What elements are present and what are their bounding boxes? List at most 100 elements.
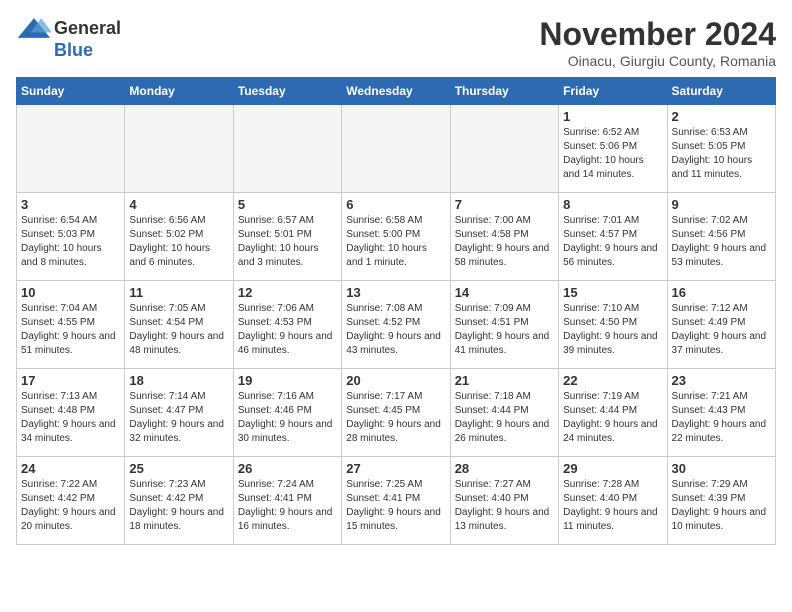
day-cell: 16 Sunrise: 7:12 AM Sunset: 4:49 PM Dayli… xyxy=(667,281,775,369)
day-cell: 10 Sunrise: 7:04 AM Sunset: 4:55 PM Dayli… xyxy=(17,281,125,369)
day-info: Sunrise: 7:00 AM Sunset: 4:58 PM Dayligh… xyxy=(455,214,554,270)
day-number: 2 xyxy=(672,109,771,124)
day-cell: 1 Sunrise: 6:52 AM Sunset: 5:06 PM Daylig… xyxy=(559,105,667,193)
day-cell: 17Sunrise: 7:13 AM Sunset: 4:48 PM Dayli… xyxy=(17,369,125,457)
day-info: Sunrise: 6:52 AM Sunset: 5:06 PM Dayligh… xyxy=(563,126,662,182)
calendar-table: SundayMondayTuesdayWednesdayThursdayFrid… xyxy=(16,77,776,545)
day-cell xyxy=(17,105,125,193)
day-cell xyxy=(450,105,558,193)
weekday-header-monday: Monday xyxy=(125,78,233,105)
day-info: Sunrise: 7:17 AM Sunset: 4:45 PM Dayligh… xyxy=(346,390,445,446)
day-cell xyxy=(125,105,233,193)
day-info: Sunrise: 7:16 AM Sunset: 4:46 PM Dayligh… xyxy=(238,390,337,446)
day-cell xyxy=(342,105,450,193)
day-number: 17 xyxy=(21,373,120,388)
day-number: 25 xyxy=(129,461,228,476)
day-number: 29 xyxy=(563,461,662,476)
day-info: Sunrise: 7:10 AM Sunset: 4:50 PM Dayligh… xyxy=(563,302,662,358)
day-cell: 18 Sunrise: 7:14 AM Sunset: 4:47 PM Dayli… xyxy=(125,369,233,457)
week-row-3: 10 Sunrise: 7:04 AM Sunset: 4:55 PM Dayli… xyxy=(17,281,776,369)
day-number: 3 xyxy=(21,197,120,212)
day-cell: 3 Sunrise: 6:54 AM Sunset: 5:03 PM Daylig… xyxy=(17,193,125,281)
day-cell xyxy=(233,105,341,193)
day-info: Sunrise: 6:56 AM Sunset: 5:02 PM Dayligh… xyxy=(129,214,228,270)
day-info: Sunrise: 7:28 AM Sunset: 4:40 PM Dayligh… xyxy=(563,478,662,534)
day-info: Sunrise: 7:21 AM Sunset: 4:43 PM Dayligh… xyxy=(672,390,771,446)
day-number: 11 xyxy=(129,285,228,300)
day-cell: 4 Sunrise: 6:56 AM Sunset: 5:02 PM Daylig… xyxy=(125,193,233,281)
day-number: 21 xyxy=(455,373,554,388)
logo: General Blue xyxy=(16,16,121,61)
day-cell: 24 Sunrise: 7:22 AM Sunset: 4:42 PM Dayli… xyxy=(17,457,125,545)
day-info: Sunrise: 7:01 AM Sunset: 4:57 PM Dayligh… xyxy=(563,214,662,270)
day-cell: 12 Sunrise: 7:06 AM Sunset: 4:53 PM Dayli… xyxy=(233,281,341,369)
day-info: Sunrise: 7:23 AM Sunset: 4:42 PM Dayligh… xyxy=(129,478,228,534)
weekday-header-wednesday: Wednesday xyxy=(342,78,450,105)
day-number: 16 xyxy=(672,285,771,300)
weekday-header-saturday: Saturday xyxy=(667,78,775,105)
day-info: Sunrise: 7:19 AM Sunset: 4:44 PM Dayligh… xyxy=(563,390,662,446)
day-number: 22 xyxy=(563,373,662,388)
day-info: Sunrise: 7:12 AM Sunset: 4:49 PM Dayligh… xyxy=(672,302,771,358)
day-cell: 28 Sunrise: 7:27 AM Sunset: 4:40 PM Dayli… xyxy=(450,457,558,545)
day-number: 5 xyxy=(238,197,337,212)
weekday-header-sunday: Sunday xyxy=(17,78,125,105)
day-info: Sunrise: 7:18 AM Sunset: 4:44 PM Dayligh… xyxy=(455,390,554,446)
day-info: Sunrise: 7:22 AM Sunset: 4:42 PM Dayligh… xyxy=(21,478,120,534)
day-info: Sunrise: 7:02 AM Sunset: 4:56 PM Dayligh… xyxy=(672,214,771,270)
day-info: Sunrise: 7:04 AM Sunset: 4:55 PM Dayligh… xyxy=(21,302,120,358)
day-cell: 23 Sunrise: 7:21 AM Sunset: 4:43 PM Dayli… xyxy=(667,369,775,457)
day-info: Sunrise: 7:25 AM Sunset: 4:41 PM Dayligh… xyxy=(346,478,445,534)
logo-icon xyxy=(16,16,52,40)
day-cell: 25 Sunrise: 7:23 AM Sunset: 4:42 PM Dayli… xyxy=(125,457,233,545)
page-header: General Blue November 2024 Oinacu, Giurg… xyxy=(16,16,776,69)
day-number: 4 xyxy=(129,197,228,212)
day-cell: 26Sunrise: 7:24 AM Sunset: 4:41 PM Dayli… xyxy=(233,457,341,545)
day-number: 26 xyxy=(238,461,337,476)
day-number: 23 xyxy=(672,373,771,388)
day-info: Sunrise: 7:27 AM Sunset: 4:40 PM Dayligh… xyxy=(455,478,554,534)
day-cell: 11 Sunrise: 7:05 AM Sunset: 4:54 PM Dayli… xyxy=(125,281,233,369)
day-number: 28 xyxy=(455,461,554,476)
day-number: 15 xyxy=(563,285,662,300)
day-number: 14 xyxy=(455,285,554,300)
week-row-4: 17Sunrise: 7:13 AM Sunset: 4:48 PM Dayli… xyxy=(17,369,776,457)
day-cell: 21 Sunrise: 7:18 AM Sunset: 4:44 PM Dayli… xyxy=(450,369,558,457)
week-row-5: 24 Sunrise: 7:22 AM Sunset: 4:42 PM Dayli… xyxy=(17,457,776,545)
weekday-header-thursday: Thursday xyxy=(450,78,558,105)
day-number: 10 xyxy=(21,285,120,300)
week-row-2: 3 Sunrise: 6:54 AM Sunset: 5:03 PM Daylig… xyxy=(17,193,776,281)
day-info: Sunrise: 7:05 AM Sunset: 4:54 PM Dayligh… xyxy=(129,302,228,358)
day-info: Sunrise: 6:58 AM Sunset: 5:00 PM Dayligh… xyxy=(346,214,445,270)
day-number: 30 xyxy=(672,461,771,476)
weekday-header-friday: Friday xyxy=(559,78,667,105)
day-info: Sunrise: 7:14 AM Sunset: 4:47 PM Dayligh… xyxy=(129,390,228,446)
day-number: 9 xyxy=(672,197,771,212)
day-info: Sunrise: 7:06 AM Sunset: 4:53 PM Dayligh… xyxy=(238,302,337,358)
day-cell: 8Sunrise: 7:01 AM Sunset: 4:57 PM Daylig… xyxy=(559,193,667,281)
day-number: 6 xyxy=(346,197,445,212)
week-row-1: 1 Sunrise: 6:52 AM Sunset: 5:06 PM Daylig… xyxy=(17,105,776,193)
logo-general: General xyxy=(54,18,121,39)
day-cell: 14 Sunrise: 7:09 AM Sunset: 4:51 PM Dayli… xyxy=(450,281,558,369)
day-info: Sunrise: 6:57 AM Sunset: 5:01 PM Dayligh… xyxy=(238,214,337,270)
day-info: Sunrise: 6:54 AM Sunset: 5:03 PM Dayligh… xyxy=(21,214,120,270)
day-number: 12 xyxy=(238,285,337,300)
day-number: 19 xyxy=(238,373,337,388)
day-number: 7 xyxy=(455,197,554,212)
day-cell: 29 Sunrise: 7:28 AM Sunset: 4:40 PM Dayli… xyxy=(559,457,667,545)
day-info: Sunrise: 7:09 AM Sunset: 4:51 PM Dayligh… xyxy=(455,302,554,358)
day-cell: 15 Sunrise: 7:10 AM Sunset: 4:50 PM Dayli… xyxy=(559,281,667,369)
day-number: 18 xyxy=(129,373,228,388)
day-number: 24 xyxy=(21,461,120,476)
day-cell: 7 Sunrise: 7:00 AM Sunset: 4:58 PM Daylig… xyxy=(450,193,558,281)
header-row: SundayMondayTuesdayWednesdayThursdayFrid… xyxy=(17,78,776,105)
day-number: 20 xyxy=(346,373,445,388)
day-cell: 5 Sunrise: 6:57 AM Sunset: 5:01 PM Daylig… xyxy=(233,193,341,281)
day-cell: 30Sunrise: 7:29 AM Sunset: 4:39 PM Dayli… xyxy=(667,457,775,545)
logo-blue: Blue xyxy=(54,40,93,61)
day-cell: 6 Sunrise: 6:58 AM Sunset: 5:00 PM Daylig… xyxy=(342,193,450,281)
day-cell: 20 Sunrise: 7:17 AM Sunset: 4:45 PM Dayli… xyxy=(342,369,450,457)
day-number: 1 xyxy=(563,109,662,124)
day-cell: 13Sunrise: 7:08 AM Sunset: 4:52 PM Dayli… xyxy=(342,281,450,369)
